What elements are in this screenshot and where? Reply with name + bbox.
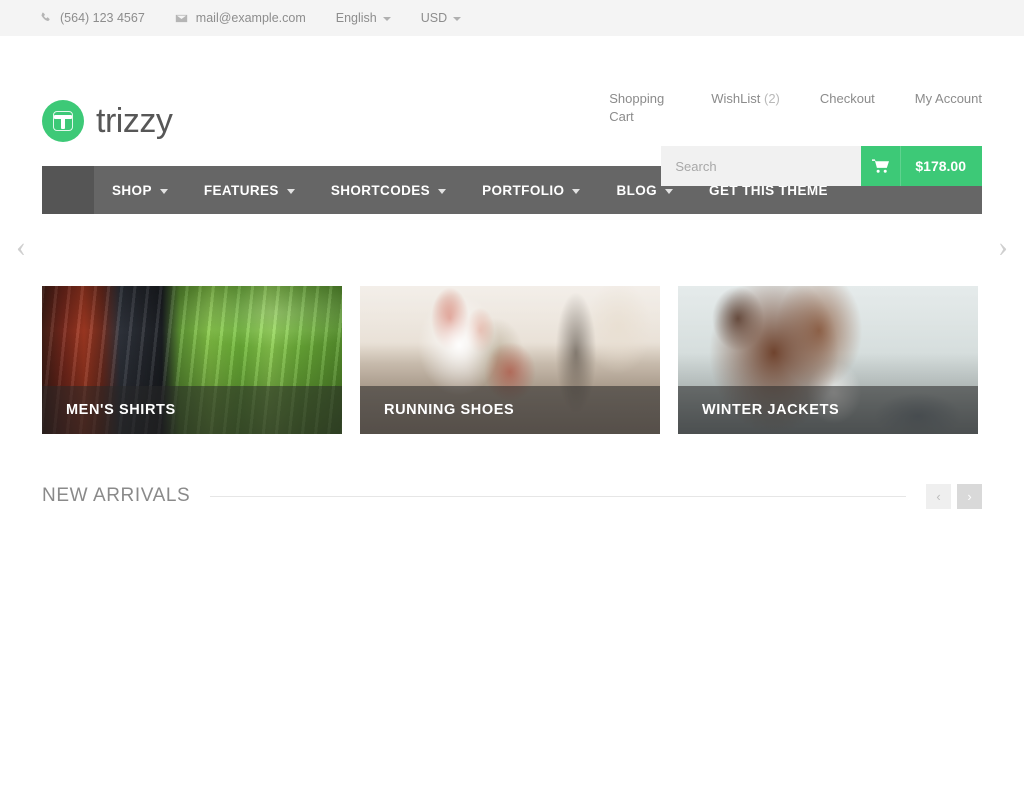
chevron-down-icon — [453, 17, 462, 21]
new-arrivals-header: NEW ARRIVALS ‹ › — [42, 478, 982, 514]
chevron-down-icon — [438, 188, 447, 194]
currency-label: USD — [420, 11, 448, 25]
phone-icon — [40, 12, 52, 24]
nav-label: BLOG — [616, 182, 658, 198]
wishlist-count: (2) — [763, 91, 780, 106]
cart-total: $178.00 — [915, 158, 966, 174]
search-and-cart: $178.00 — [661, 146, 982, 186]
language-selector[interactable]: English — [336, 11, 391, 25]
brand-name: trizzy — [96, 101, 173, 140]
site-logo[interactable]: trizzy — [42, 100, 173, 142]
envelope-icon — [175, 12, 188, 25]
nav-item-features[interactable]: FEATURES — [186, 166, 313, 214]
email-info: mail@example.com — [175, 11, 306, 25]
header-links: Shopping Cart WishList (2) Checkout My A… — [569, 90, 982, 126]
currency-selector[interactable]: USD — [420, 11, 462, 25]
search-input[interactable] — [661, 146, 866, 186]
chevron-down-icon — [572, 188, 581, 194]
chevron-down-icon — [159, 188, 168, 194]
top-bar: (564) 123 4567 mail@example.com English … — [0, 0, 1024, 36]
nav-item-shop[interactable]: SHOP — [94, 166, 186, 214]
chevron-down-icon — [286, 188, 295, 194]
banner-winter-jackets[interactable]: WINTER JACKETS — [678, 286, 978, 434]
section-divider — [210, 495, 906, 497]
language-label: English — [335, 11, 377, 25]
trizzy-t-icon — [52, 110, 74, 132]
shopping-cart-link[interactable]: Shopping Cart — [609, 90, 671, 126]
nav-label: SHOP — [112, 182, 152, 198]
logo-mark-circle — [42, 100, 84, 142]
wishlist-label: WishList — [711, 91, 761, 106]
shopping-cart-icon — [861, 146, 902, 186]
chevron-down-icon — [665, 188, 674, 194]
category-banners: MEN'S SHIRTS RUNNING SHOES WINTER JACKET… — [42, 286, 982, 434]
search-box — [661, 146, 893, 186]
email-address: mail@example.com — [195, 11, 306, 25]
nav-home-button[interactable] — [42, 166, 94, 214]
banner-label: WINTER JACKETS — [678, 386, 978, 434]
nav-label: SHORTCODES — [330, 182, 431, 198]
new-arrivals-products — [0, 514, 1024, 774]
carousel-prev-button[interactable]: ‹ — [926, 483, 951, 509]
nav-item-portfolio[interactable]: PORTFOLIO — [464, 166, 598, 214]
phone-info: (564) 123 4567 — [40, 11, 145, 25]
wishlist-link[interactable]: WishList (2) — [711, 90, 780, 108]
hero-slider: ‹ › — [0, 214, 1024, 286]
new-arrivals-carousel-nav: ‹ › — [926, 483, 982, 509]
banner-running-shoes[interactable]: RUNNING SHOES — [360, 286, 660, 434]
slider-prev-arrow-icon[interactable]: ‹ — [16, 232, 26, 262]
banner-label: RUNNING SHOES — [360, 386, 660, 434]
section-title: NEW ARRIVALS — [42, 485, 191, 506]
cart-button[interactable]: $178.00 — [861, 146, 982, 186]
banner-label: MEN'S SHIRTS — [42, 386, 342, 434]
banner-mens-shirts[interactable]: MEN'S SHIRTS — [42, 286, 342, 434]
slider-next-arrow-icon[interactable]: › — [998, 232, 1008, 262]
nav-label: PORTFOLIO — [482, 182, 565, 198]
phone-number: (564) 123 4567 — [60, 11, 145, 25]
site-header: trizzy Shopping Cart WishList (2) Checko… — [0, 36, 1024, 186]
carousel-next-button[interactable]: › — [957, 483, 982, 509]
chevron-down-icon — [382, 17, 391, 21]
checkout-link[interactable]: Checkout — [820, 90, 875, 108]
nav-item-shortcodes[interactable]: SHORTCODES — [313, 166, 464, 214]
nav-label: FEATURES — [203, 182, 279, 198]
my-account-link[interactable]: My Account — [915, 90, 982, 108]
